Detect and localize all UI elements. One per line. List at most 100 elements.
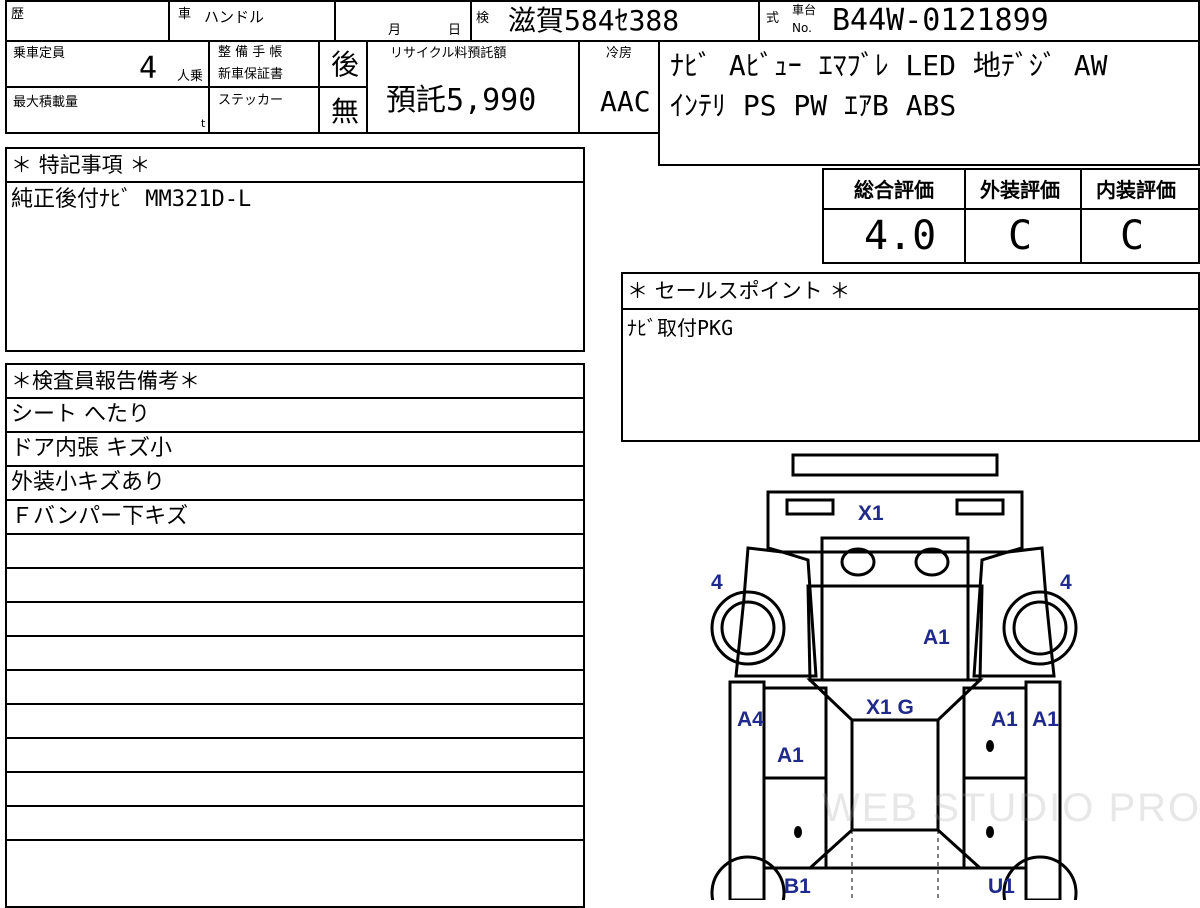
sales-point-title: ＊ セールスポイント ＊	[627, 279, 851, 303]
report-line	[7, 705, 583, 739]
maintenance-label-1: 整 備 手 帳	[218, 45, 283, 60]
inspector-report-lines: シート へたり ドア内張 キズ小 外装小キズあり Ｆバンパー下キズ	[7, 399, 583, 906]
recycle-value: 預託5,990	[386, 83, 537, 118]
left-rear-door-handle	[794, 826, 802, 838]
inspection-value: 滋賀584ｾ388	[508, 4, 680, 37]
inspector-report-box: ＊検査員報告備考＊ シート へたり ドア内張 キズ小 外装小キズあり Ｆバンパー…	[5, 363, 585, 908]
right-headlight	[955, 498, 1005, 516]
chassis-label-top: 車台	[792, 3, 817, 17]
rear-window	[806, 828, 984, 870]
overall-rating-label: 総合評価	[854, 178, 934, 202]
report-line: ドア内張 キズ小	[7, 433, 583, 467]
recycle-cell: リサイクル料預託額 預託5,990	[366, 40, 580, 134]
capacity-unit: 人乗	[177, 69, 204, 84]
mark-left-pillar: A1	[777, 744, 804, 767]
interior-rating-label: 内装評価	[1096, 178, 1176, 202]
sales-point-title-row: ＊ セールスポイント ＊	[623, 274, 1198, 310]
report-line	[7, 535, 583, 569]
ratings-divider-2	[1080, 170, 1082, 262]
sales-point-box: ＊ セールスポイント ＊ ﾅﾋﾞ取付PKG	[621, 272, 1200, 442]
front-right-rim	[1012, 600, 1068, 656]
report-line	[7, 569, 583, 603]
right-front-door	[962, 686, 1028, 780]
special-notes-box: ＊ 特記事項 ＊ 純正後付ﾅﾋﾞ MM321D-L	[5, 147, 585, 352]
front-left-rim	[720, 600, 776, 656]
date-cell: 月 日	[334, 0, 472, 42]
chassis-number: B44W-0121899	[832, 3, 1049, 38]
maintenance-value-cell: 後	[318, 40, 368, 88]
mark-right-front-b: A1	[1032, 708, 1059, 731]
aircon-label: 冷房	[606, 46, 633, 61]
mark-windshield: X1 G	[866, 696, 914, 719]
ratings-divider-1	[964, 170, 966, 262]
watermark-text: WEB STUDIO PRO	[822, 786, 1200, 830]
sticker-label-cell: ステッカー	[208, 86, 320, 134]
front-grille	[820, 536, 970, 588]
day-label: 日	[448, 23, 462, 38]
report-line	[7, 773, 583, 807]
mark-front-left: 4	[711, 571, 723, 594]
car-label: 車	[178, 7, 192, 22]
sales-point-text: ﾅﾋﾞ取付PKG	[627, 316, 734, 340]
report-line	[7, 671, 583, 705]
recycle-label: リサイクル料預託額	[390, 46, 507, 61]
report-line	[7, 603, 583, 637]
history-label: 歴	[11, 7, 25, 22]
month-label: 月	[388, 23, 402, 38]
handle-cell: 車 ハンドル	[168, 0, 336, 42]
max-load-cell: 最大積載量 t	[5, 86, 210, 134]
left-headlight	[785, 498, 835, 516]
report-line: シート へたり	[7, 399, 583, 433]
inspection-cell: 検 滋賀584ｾ388	[470, 0, 760, 42]
mark-front-right: 4	[1060, 571, 1072, 594]
max-load-label: 最大積載量	[13, 95, 79, 110]
right-front-door-handle	[986, 740, 994, 752]
ratings-box: 総合評価 外装評価 内装評価 4.0 C C	[822, 168, 1200, 264]
max-load-unit: t	[201, 117, 206, 130]
inspector-report-title-row: ＊検査員報告備考＊	[7, 365, 583, 399]
sticker-value-cell: 無	[318, 86, 368, 134]
report-line	[7, 739, 583, 773]
special-notes-text: 純正後付ﾅﾋﾞ MM321D-L	[11, 187, 252, 212]
capacity-label: 乗車定員	[13, 46, 66, 61]
overall-rating-value: 4.0	[864, 213, 937, 259]
chassis-label-bottom: No.	[792, 21, 812, 35]
equipment-cell: ﾅﾋﾞ Aﾋﾞｭｰ ｴﾏﾌﾞﾚ LED 地ﾃﾞｼﾞ AW ｲﾝﾃﾘ PS PW …	[658, 40, 1200, 166]
inspection-label: 検	[476, 11, 490, 26]
front-bumper	[791, 453, 999, 477]
capacity-cell: 乗車定員 4 人乗	[5, 40, 210, 88]
left-front-fender	[734, 546, 818, 678]
mark-rear-right: U1	[988, 875, 1015, 898]
maintenance-value: 後	[331, 48, 360, 81]
mark-rear-left: B1	[784, 875, 811, 898]
exterior-rating-label: 外装評価	[980, 178, 1060, 202]
report-line	[7, 807, 583, 841]
type-label: 式	[766, 11, 780, 26]
aircon-value: AAC	[600, 85, 651, 118]
capacity-value: 4	[139, 51, 158, 86]
mark-hood-right: A1	[923, 626, 950, 649]
history-cell: 歴	[5, 0, 170, 42]
report-line: 外装小キズあり	[7, 467, 583, 501]
mark-left-front-door: A4	[737, 708, 764, 731]
left-rear-door	[762, 776, 828, 870]
mark-right-front-a: A1	[991, 708, 1018, 731]
aircon-cell: 冷房 AAC	[578, 40, 662, 134]
chassis-cell: 式 車台 No. B44W-0121899	[758, 0, 1200, 42]
inspector-report-title: ＊検査員報告備考＊	[11, 369, 200, 393]
special-notes-title-row: ＊ 特記事項 ＊	[7, 149, 583, 183]
right-front-fender	[972, 546, 1056, 678]
hood-panel	[806, 584, 984, 682]
mark-roof: X1	[858, 502, 884, 525]
equipment-line-2: ｲﾝﾃﾘ PS PW ｴｱB ABS	[670, 89, 957, 122]
exterior-rating-value: C	[1008, 213, 1033, 259]
sticker-value: 無	[331, 95, 360, 128]
report-line: Ｆバンパー下キズ	[7, 501, 583, 535]
handle-label: ハンドル	[204, 8, 265, 26]
rear-left-tire	[710, 855, 786, 900]
report-line	[7, 637, 583, 671]
equipment-line-1: ﾅﾋﾞ Aﾋﾞｭｰ ｴﾏﾌﾞﾚ LED 地ﾃﾞｼﾞ AW	[670, 49, 1108, 82]
car-damage-diagram	[710, 453, 1078, 900]
sticker-label: ステッカー	[218, 93, 284, 108]
special-notes-title: ＊ 特記事項 ＊	[11, 153, 151, 177]
